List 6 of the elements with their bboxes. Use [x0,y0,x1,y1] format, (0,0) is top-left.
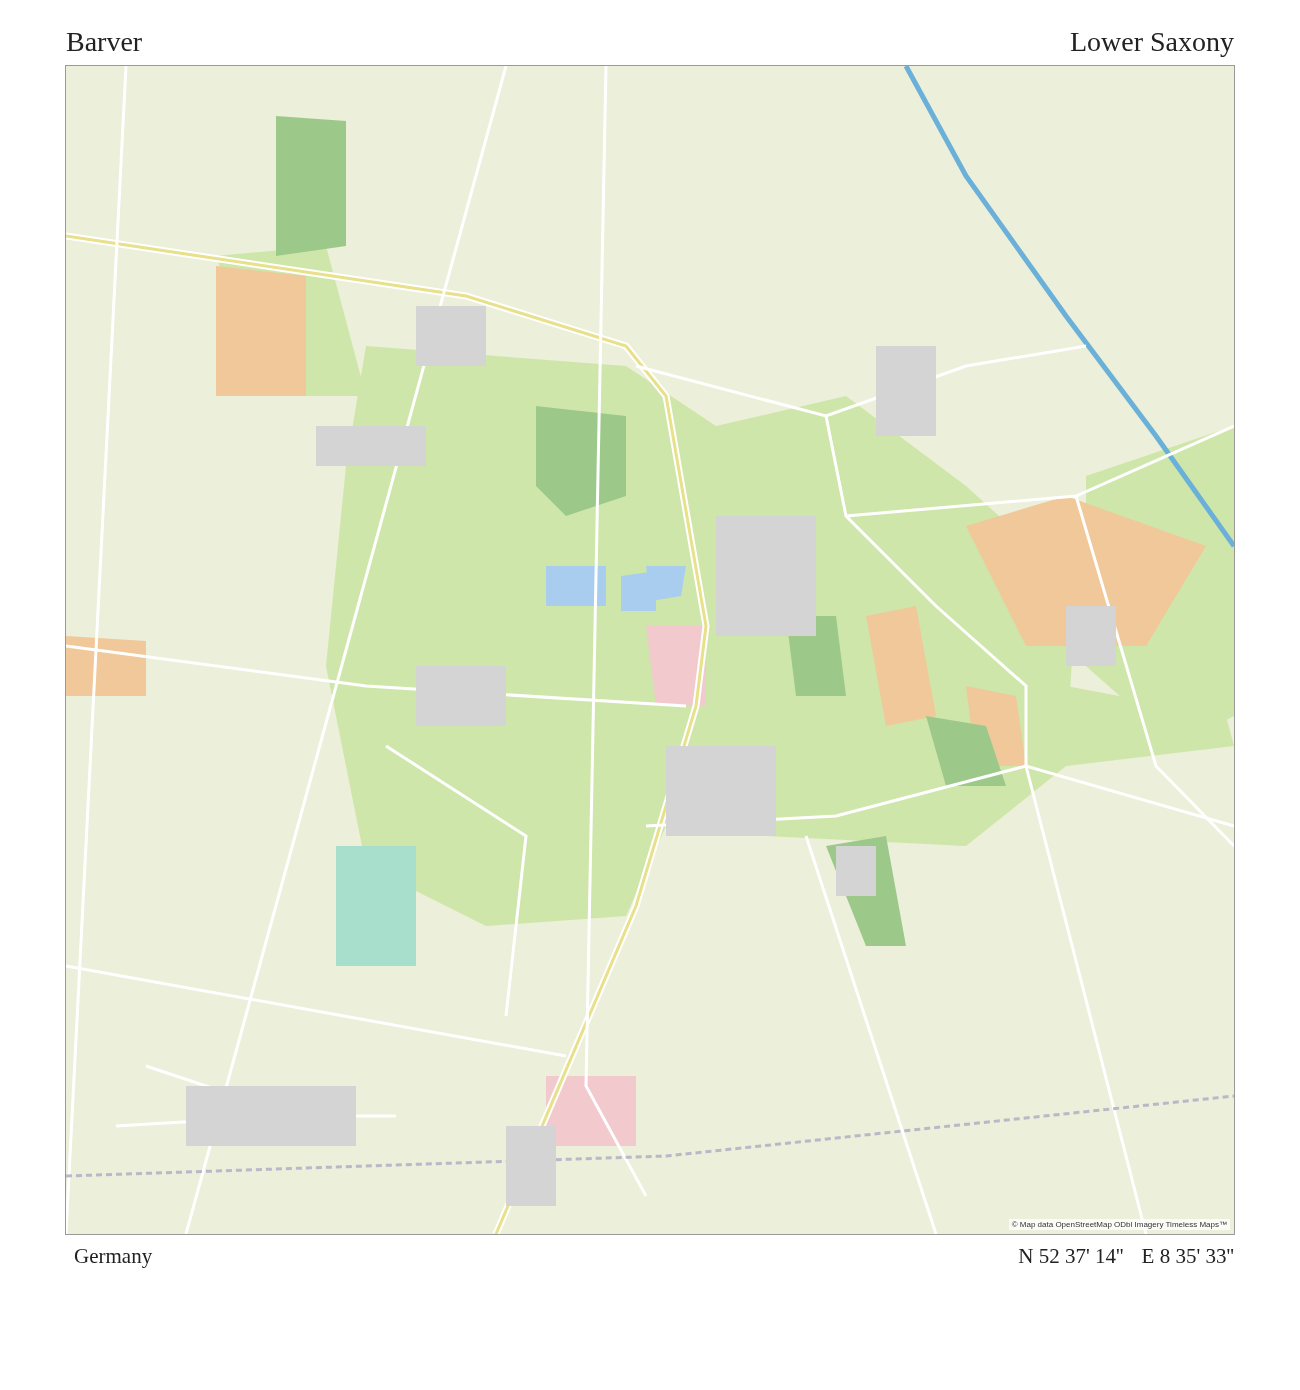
map-attribution: © Map data OpenStreetMap ODbl Imagery Timeless Maps™ [1008,1219,1230,1230]
longitude-label: E 8 35' 33'' [1141,1243,1234,1270]
latitude-label: N 52 37' 14'' [1018,1243,1124,1270]
place-title: Barver [66,26,143,59]
region-title: Lower Saxony [1069,26,1234,59]
country-label: Germany [74,1243,153,1270]
